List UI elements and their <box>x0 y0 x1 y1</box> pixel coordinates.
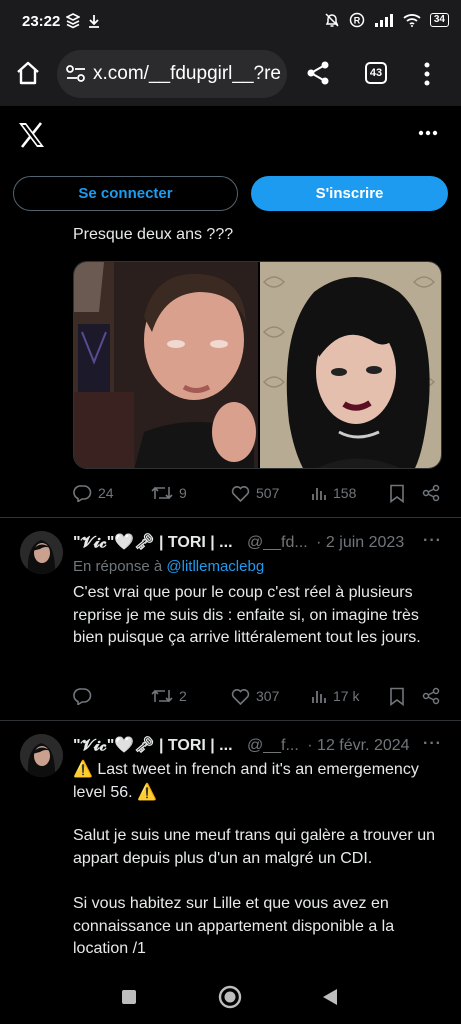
home-icon[interactable] <box>16 60 40 86</box>
mute-bell-icon <box>325 13 339 27</box>
tweet-more-icon[interactable]: ··· <box>423 735 442 753</box>
retweet-action[interactable]: 2 <box>151 688 187 704</box>
views-icon <box>312 488 326 500</box>
avatar[interactable] <box>20 734 63 777</box>
status-time: 23:22 <box>22 13 61 30</box>
browser-toolbar: x.com/__fdupgirl__?re 43 <box>0 44 461 106</box>
tweet-media[interactable] <box>73 261 442 469</box>
views-icon <box>312 691 326 703</box>
like-count: 507 <box>256 485 280 501</box>
status-bar: 23:22 R 34 <box>0 0 461 44</box>
system-nav-bar <box>0 969 461 1024</box>
tweet-date[interactable]: · 12 févr. 2024 <box>307 737 409 754</box>
display-name[interactable]: "𝓥𝓲𝓬"🤍🗝 | TORI | ... <box>73 737 233 754</box>
browser-menu-icon[interactable] <box>423 61 431 87</box>
retweet-count: 9 <box>179 485 187 501</box>
like-action[interactable]: 307 <box>231 688 279 705</box>
bookmark-icon[interactable] <box>389 687 405 706</box>
heart-icon <box>231 485 250 502</box>
auth-bar: Se connecter S'inscrire <box>0 160 461 224</box>
site-settings-icon[interactable] <box>65 64 87 84</box>
back-icon[interactable] <box>321 987 339 1007</box>
tweet-date[interactable]: · 2 juin 2023 <box>316 534 404 551</box>
share-icon[interactable] <box>306 60 330 86</box>
wifi-icon <box>403 14 421 27</box>
views-action[interactable]: 17 k <box>311 688 359 704</box>
share-tweet-icon[interactable] <box>422 687 440 705</box>
reply-handle-link[interactable]: @litllemaclebg <box>166 558 264 575</box>
tweet-text: Presque deux ans ??? <box>73 226 234 243</box>
reply-action[interactable]: 24 <box>73 484 114 502</box>
x-header <box>0 106 461 160</box>
views-count: 158 <box>333 485 357 501</box>
tab-switcher-button[interactable]: 43 <box>365 62 387 84</box>
reply-count: 24 <box>98 485 114 501</box>
like-count: 307 <box>256 688 280 704</box>
retweet-icon <box>151 486 173 500</box>
reply-action[interactable] <box>73 687 98 705</box>
signup-button[interactable]: S'inscrire <box>251 176 448 211</box>
tweet-actions: 2 307 17 k <box>73 684 443 708</box>
svg-text:R: R <box>354 16 361 26</box>
reply-icon <box>73 688 92 705</box>
reply-icon <box>73 485 92 502</box>
like-action[interactable]: 507 <box>231 485 279 502</box>
retweet-action[interactable]: 9 <box>151 485 187 501</box>
more-options-icon[interactable] <box>418 130 438 136</box>
heart-icon <box>231 688 250 705</box>
status-right-icons: R 34 <box>324 12 449 28</box>
tweet-text: C'est vrai que pour le coup c'est réel à… <box>73 584 421 646</box>
tweet-text-line1: ⚠️ Last tweet in french and it's an emer… <box>73 761 419 801</box>
registered-icon: R <box>349 12 365 28</box>
views-action[interactable]: 158 <box>311 485 356 501</box>
retweet-count: 2 <box>179 688 187 704</box>
tweet-more-icon[interactable]: ··· <box>423 532 442 550</box>
tweet-actions: 24 9 507 158 <box>73 481 443 505</box>
battery-indicator: 34 <box>429 13 449 27</box>
recents-icon[interactable] <box>121 989 137 1005</box>
login-button[interactable]: Se connecter <box>13 176 238 211</box>
status-left-icons <box>66 13 100 29</box>
home-nav-icon[interactable] <box>218 985 242 1009</box>
tweet-photo[interactable] <box>74 262 442 469</box>
reply-prefix: En réponse à <box>73 558 167 575</box>
reply-context: En réponse à @litllemaclebg <box>73 558 264 575</box>
layers-icon <box>66 13 80 29</box>
user-handle[interactable]: @__fd... <box>247 534 308 551</box>
bookmark-icon[interactable] <box>389 484 405 503</box>
share-tweet-icon[interactable] <box>422 484 440 502</box>
download-icon <box>89 15 99 28</box>
display-name[interactable]: "𝓥𝓲𝓬"🤍🗝 | TORI | ... <box>73 534 233 551</box>
retweet-icon <box>151 689 173 703</box>
x-logo-icon[interactable] <box>18 122 45 148</box>
signal-icon <box>374 14 393 27</box>
tweet-header: "𝓥𝓲𝓬"🤍🗝 | TORI | ... @__fd... · 2 juin 2… <box>73 532 448 554</box>
user-handle[interactable]: @__f... <box>247 737 299 754</box>
url-text[interactable]: x.com/__fdupgirl__?re <box>93 63 281 85</box>
avatar[interactable] <box>20 531 63 574</box>
tweet-divider <box>0 517 461 518</box>
tweet-header: "𝓥𝓲𝓬"🤍🗝 | TORI | ... @__f... · 12 févr. … <box>73 735 448 757</box>
tweet-divider <box>0 720 461 721</box>
views-count: 17 k <box>333 688 360 704</box>
url-bar[interactable]: x.com/__fdupgirl__?re <box>57 50 287 98</box>
tweet-text-line3: Si vous habitez sur Lille et que vous av… <box>73 895 395 957</box>
tweet-text-line2: Salut je suis une meuf trans qui galère … <box>73 827 435 867</box>
